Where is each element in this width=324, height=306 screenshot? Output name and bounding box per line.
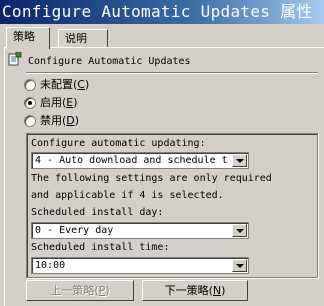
tab-policy-label: 策略 <box>13 30 35 43</box>
next-policy-label: 下一策略 <box>164 284 209 297</box>
radio-not-configured-label: 未配置 <box>40 78 73 91</box>
time-value: 10:00 <box>35 260 66 271</box>
next-policy-button[interactable]: 下一策略(N) <box>142 280 248 301</box>
configure-select[interactable]: 4 - Auto download and schedule t <box>31 152 249 169</box>
tab-explain[interactable]: 说明 <box>58 29 108 48</box>
chevron-down-icon[interactable] <box>232 154 247 167</box>
window-title: Configure Automatic Updates 属性 <box>0 0 324 24</box>
radio-enabled-key: E <box>66 96 74 109</box>
radio-disabled-circle[interactable] <box>24 115 36 127</box>
configure-label: Configure automatic updating: <box>31 138 206 149</box>
prev-policy-label: 上一策略 <box>50 284 95 297</box>
chevron-down-icon[interactable] <box>232 259 247 272</box>
time-label: Scheduled install time: <box>31 242 170 253</box>
note-line-1: The following settings are only required <box>31 173 272 184</box>
tab-explain-label: 说明 <box>65 32 87 45</box>
radio-disabled-label: 禁用 <box>40 114 62 127</box>
prev-policy-button[interactable]: 上一策略(P) <box>26 280 134 301</box>
tab-policy[interactable]: 策略 <box>6 27 50 49</box>
radio-not-configured-key: C <box>77 78 85 91</box>
radio-enabled-label: 启用 <box>40 96 62 109</box>
configure-value: 4 - Auto download and schedule t <box>35 155 228 166</box>
policy-name: Configure Automatic Updates <box>28 56 191 67</box>
radio-disabled-key: D <box>66 114 75 127</box>
policy-icon <box>8 52 22 66</box>
day-select[interactable]: 0 - Every day <box>31 222 249 239</box>
radio-enabled-circle[interactable] <box>24 97 36 109</box>
day-label: Scheduled install day: <box>31 207 164 218</box>
time-select[interactable]: 10:00 <box>31 257 249 274</box>
note-line-2: and applicable if 4 is selected. <box>31 190 224 201</box>
next-policy-key: N <box>212 284 222 297</box>
prev-policy-key: P <box>98 284 106 297</box>
radio-not-configured-circle[interactable] <box>24 79 36 91</box>
options-panel: Configure automatic updating: 4 - Auto d… <box>26 133 318 278</box>
day-value: 0 - Every day <box>35 225 114 236</box>
chevron-down-icon[interactable] <box>232 224 247 237</box>
divider <box>26 72 318 74</box>
